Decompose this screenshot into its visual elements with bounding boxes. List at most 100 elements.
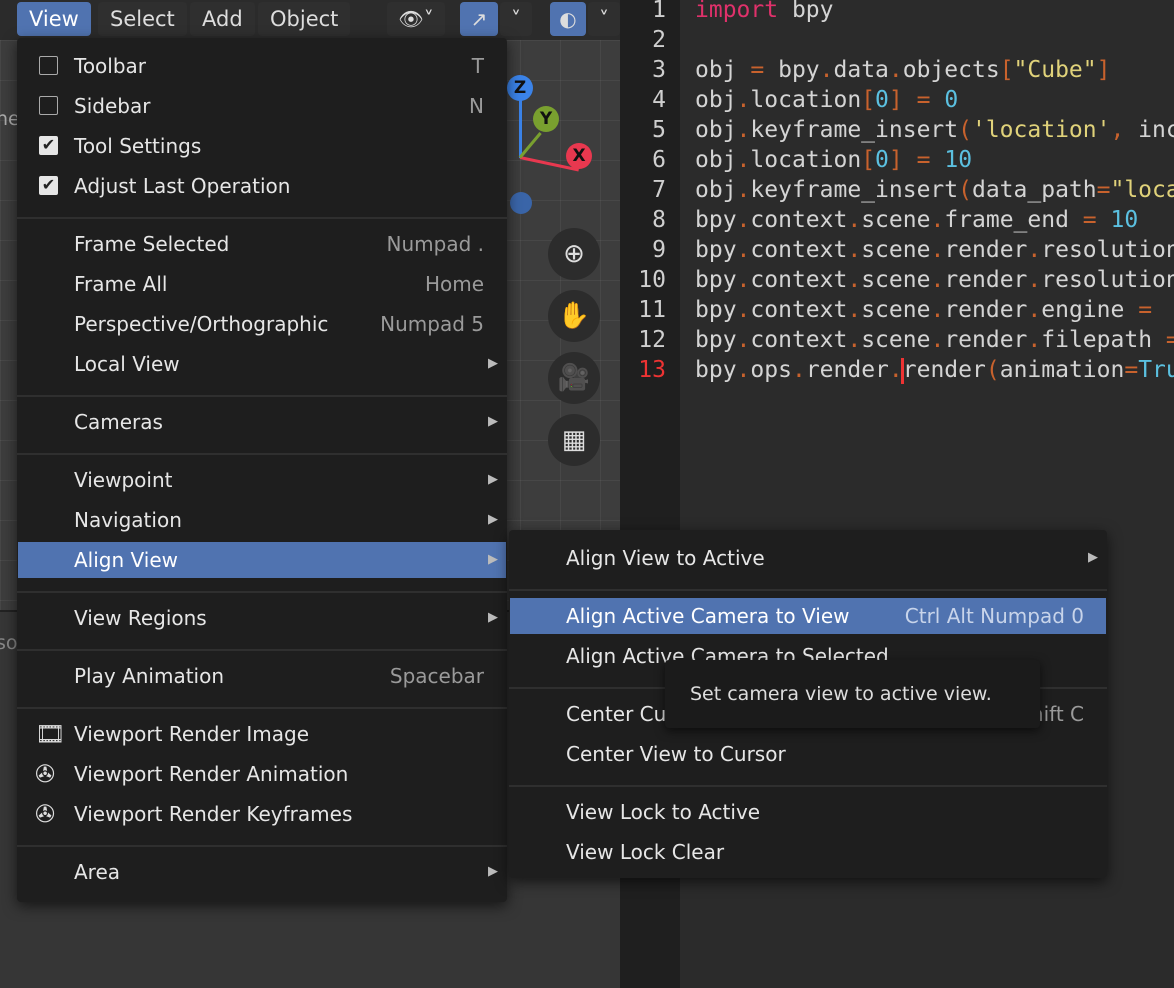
code-line[interactable]: bpy.context.scene.render.filepath = — [695, 325, 1174, 355]
z-axis-button[interactable]: Z — [507, 75, 533, 101]
code-token: . — [1027, 267, 1042, 293]
menu-item-align-active-camera-to-view[interactable]: Align Active Camera to View Ctrl Alt Nump… — [510, 598, 1106, 634]
menu-item-align-view-to-active[interactable]: Align View to Active ▶ — [510, 540, 1106, 576]
menu-item-frame-all[interactable]: Frame All Home — [18, 266, 506, 302]
line-number: 2 — [652, 27, 666, 53]
code-token: . — [1027, 327, 1042, 353]
code-token: 0 — [875, 87, 889, 113]
menu-separator — [17, 217, 507, 219]
zoom-icon[interactable]: ⊕ — [548, 228, 600, 280]
shortcut-label: T — [471, 54, 484, 78]
code-token: bpy — [764, 57, 820, 83]
code-token: context — [750, 237, 848, 263]
menu-item-tool-settings[interactable]: ✔ Tool Settings — [18, 128, 506, 164]
code-token: . — [736, 177, 751, 203]
navigation-gizmo[interactable]: Z Y X — [500, 70, 610, 220]
visibility-selectability-icon[interactable]: 👁˅ — [387, 2, 445, 36]
checkbox-checked-icon[interactable]: ✔ — [39, 176, 58, 195]
menu-item-view-lock-to-active[interactable]: View Lock to Active — [510, 794, 1106, 830]
y-axis-button[interactable]: Y — [533, 106, 559, 132]
code-line[interactable]: obj.location[0] = 10 — [695, 145, 972, 175]
code-token: = — [750, 57, 765, 83]
code-token: location — [750, 147, 862, 173]
code-token: scene — [861, 237, 931, 263]
menu-item-label: Frame Selected — [74, 232, 230, 256]
submenu-arrow-icon: ▶ — [488, 552, 498, 567]
code-line[interactable]: import bpy — [695, 0, 833, 25]
menu-item-frame-selected[interactable]: Frame Selected Numpad . — [18, 226, 506, 262]
submenu-arrow-icon: ▶ — [488, 512, 498, 527]
menu-select[interactable]: Select — [98, 2, 187, 36]
menu-item-navigation[interactable]: Navigation ▶ — [18, 502, 506, 538]
x-axis-button[interactable]: X — [566, 143, 592, 169]
code-token: frame_end — [944, 207, 1083, 233]
submenu-arrow-icon: ▶ — [1088, 550, 1098, 565]
code-line[interactable]: obj.keyframe_insert('location', inc — [695, 115, 1174, 145]
code-token: 'location' — [971, 117, 1111, 143]
menu-item-view-lock-clear[interactable]: View Lock Clear — [510, 834, 1106, 870]
menu-item-label: Viewport Render Image — [74, 722, 310, 746]
code-line[interactable]: bpy.context.scene.render.engine = — [695, 295, 1152, 325]
code-line[interactable]: bpy.context.scene.render.resolution — [695, 265, 1174, 295]
menu-item-area[interactable]: Area ▶ — [18, 854, 506, 890]
menu-item-view-regions[interactable]: View Regions ▶ — [18, 600, 506, 636]
code-token: . — [1027, 297, 1042, 323]
code-token: ] — [888, 147, 903, 173]
grid-ortho-icon[interactable]: ▦ — [548, 414, 600, 466]
code-token: . — [736, 297, 751, 323]
menu-object[interactable]: Object — [258, 2, 351, 36]
code-token: . — [847, 327, 862, 353]
code-token: . — [847, 267, 862, 293]
menu-item-viewpoint[interactable]: Viewpoint ▶ — [18, 462, 506, 498]
code-token: context — [750, 297, 848, 323]
menu-item-toolbar[interactable]: Toolbar T — [18, 48, 506, 84]
code-token: bpy — [695, 207, 737, 233]
menu-item-adjust-last-operation[interactable]: ✔ Adjust Last Operation — [18, 168, 506, 204]
code-token: obj — [695, 57, 751, 83]
overlays-toggle-icon[interactable]: ◐ — [550, 2, 586, 36]
menu-item-align-view[interactable]: Align View ▶ — [18, 542, 506, 578]
code-line[interactable]: bpy.context.scene.render.resolution — [695, 235, 1174, 265]
hand-pan-icon[interactable]: ✋ — [548, 290, 600, 342]
line-number: 7 — [652, 177, 666, 203]
code-token: inc — [1138, 117, 1174, 143]
code-line[interactable]: obj.location[0] = 0 — [695, 85, 958, 115]
gizmo-toggle-icon[interactable]: ↗ — [460, 2, 498, 36]
checkbox-unchecked-icon[interactable] — [39, 56, 58, 75]
checkbox-checked-icon[interactable]: ✔ — [39, 136, 58, 155]
menu-item-viewport-render-image[interactable]: 🎞 Viewport Render Image — [18, 716, 506, 752]
menu-view[interactable]: View — [17, 2, 91, 36]
menu-item-cameras[interactable]: Cameras ▶ — [18, 404, 506, 440]
code-line[interactable]: bpy.ops.render.render(animation=Tru — [695, 355, 1174, 385]
menu-item-label: Viewpoint — [74, 468, 173, 492]
checkbox-unchecked-icon[interactable] — [39, 96, 58, 115]
code-token: render — [944, 267, 1028, 293]
code-line[interactable]: bpy.context.scene.frame_end = 10 — [695, 205, 1138, 235]
menu-item-viewport-render-keyframes[interactable]: ✇ Viewport Render Keyframes — [18, 796, 506, 832]
line-number: 1 — [652, 0, 666, 23]
neg-z-axis-dot[interactable] — [510, 192, 532, 214]
code-token: . — [847, 237, 862, 263]
menu-separator — [509, 785, 1107, 787]
gizmo-dropdown-chevron-icon[interactable]: ˅ — [500, 2, 532, 36]
camera-view-icon[interactable]: 🎥 — [548, 352, 600, 404]
menu-item-viewport-render-animation[interactable]: ✇ Viewport Render Animation — [18, 756, 506, 792]
menu-item-center-view-to-cursor[interactable]: Center View to Cursor — [510, 736, 1106, 772]
code-token: . — [736, 147, 751, 173]
overlays-dropdown-chevron-icon[interactable]: ˅ — [588, 2, 620, 36]
code-token: "loca — [1110, 177, 1174, 203]
submenu-arrow-icon: ▶ — [488, 864, 498, 879]
menu-item-local-view[interactable]: Local View ▶ — [18, 346, 506, 382]
menu-item-sidebar[interactable]: Sidebar N — [18, 88, 506, 124]
menu-add[interactable]: Add — [190, 2, 255, 36]
menu-item-play-animation[interactable]: Play Animation Spacebar — [18, 658, 506, 694]
code-line[interactable]: obj.keyframe_insert(data_path="loca — [695, 175, 1174, 205]
code-line[interactable]: obj = bpy.data.objects["Cube"] — [695, 55, 1111, 85]
menu-item-perspective-orthographic[interactable]: Perspective/Orthographic Numpad 5 — [18, 306, 506, 342]
menu-item-label: View Lock to Active — [566, 800, 761, 824]
code-token: . — [930, 267, 945, 293]
line-number: 13 — [638, 357, 666, 383]
line-number: 12 — [638, 327, 666, 353]
